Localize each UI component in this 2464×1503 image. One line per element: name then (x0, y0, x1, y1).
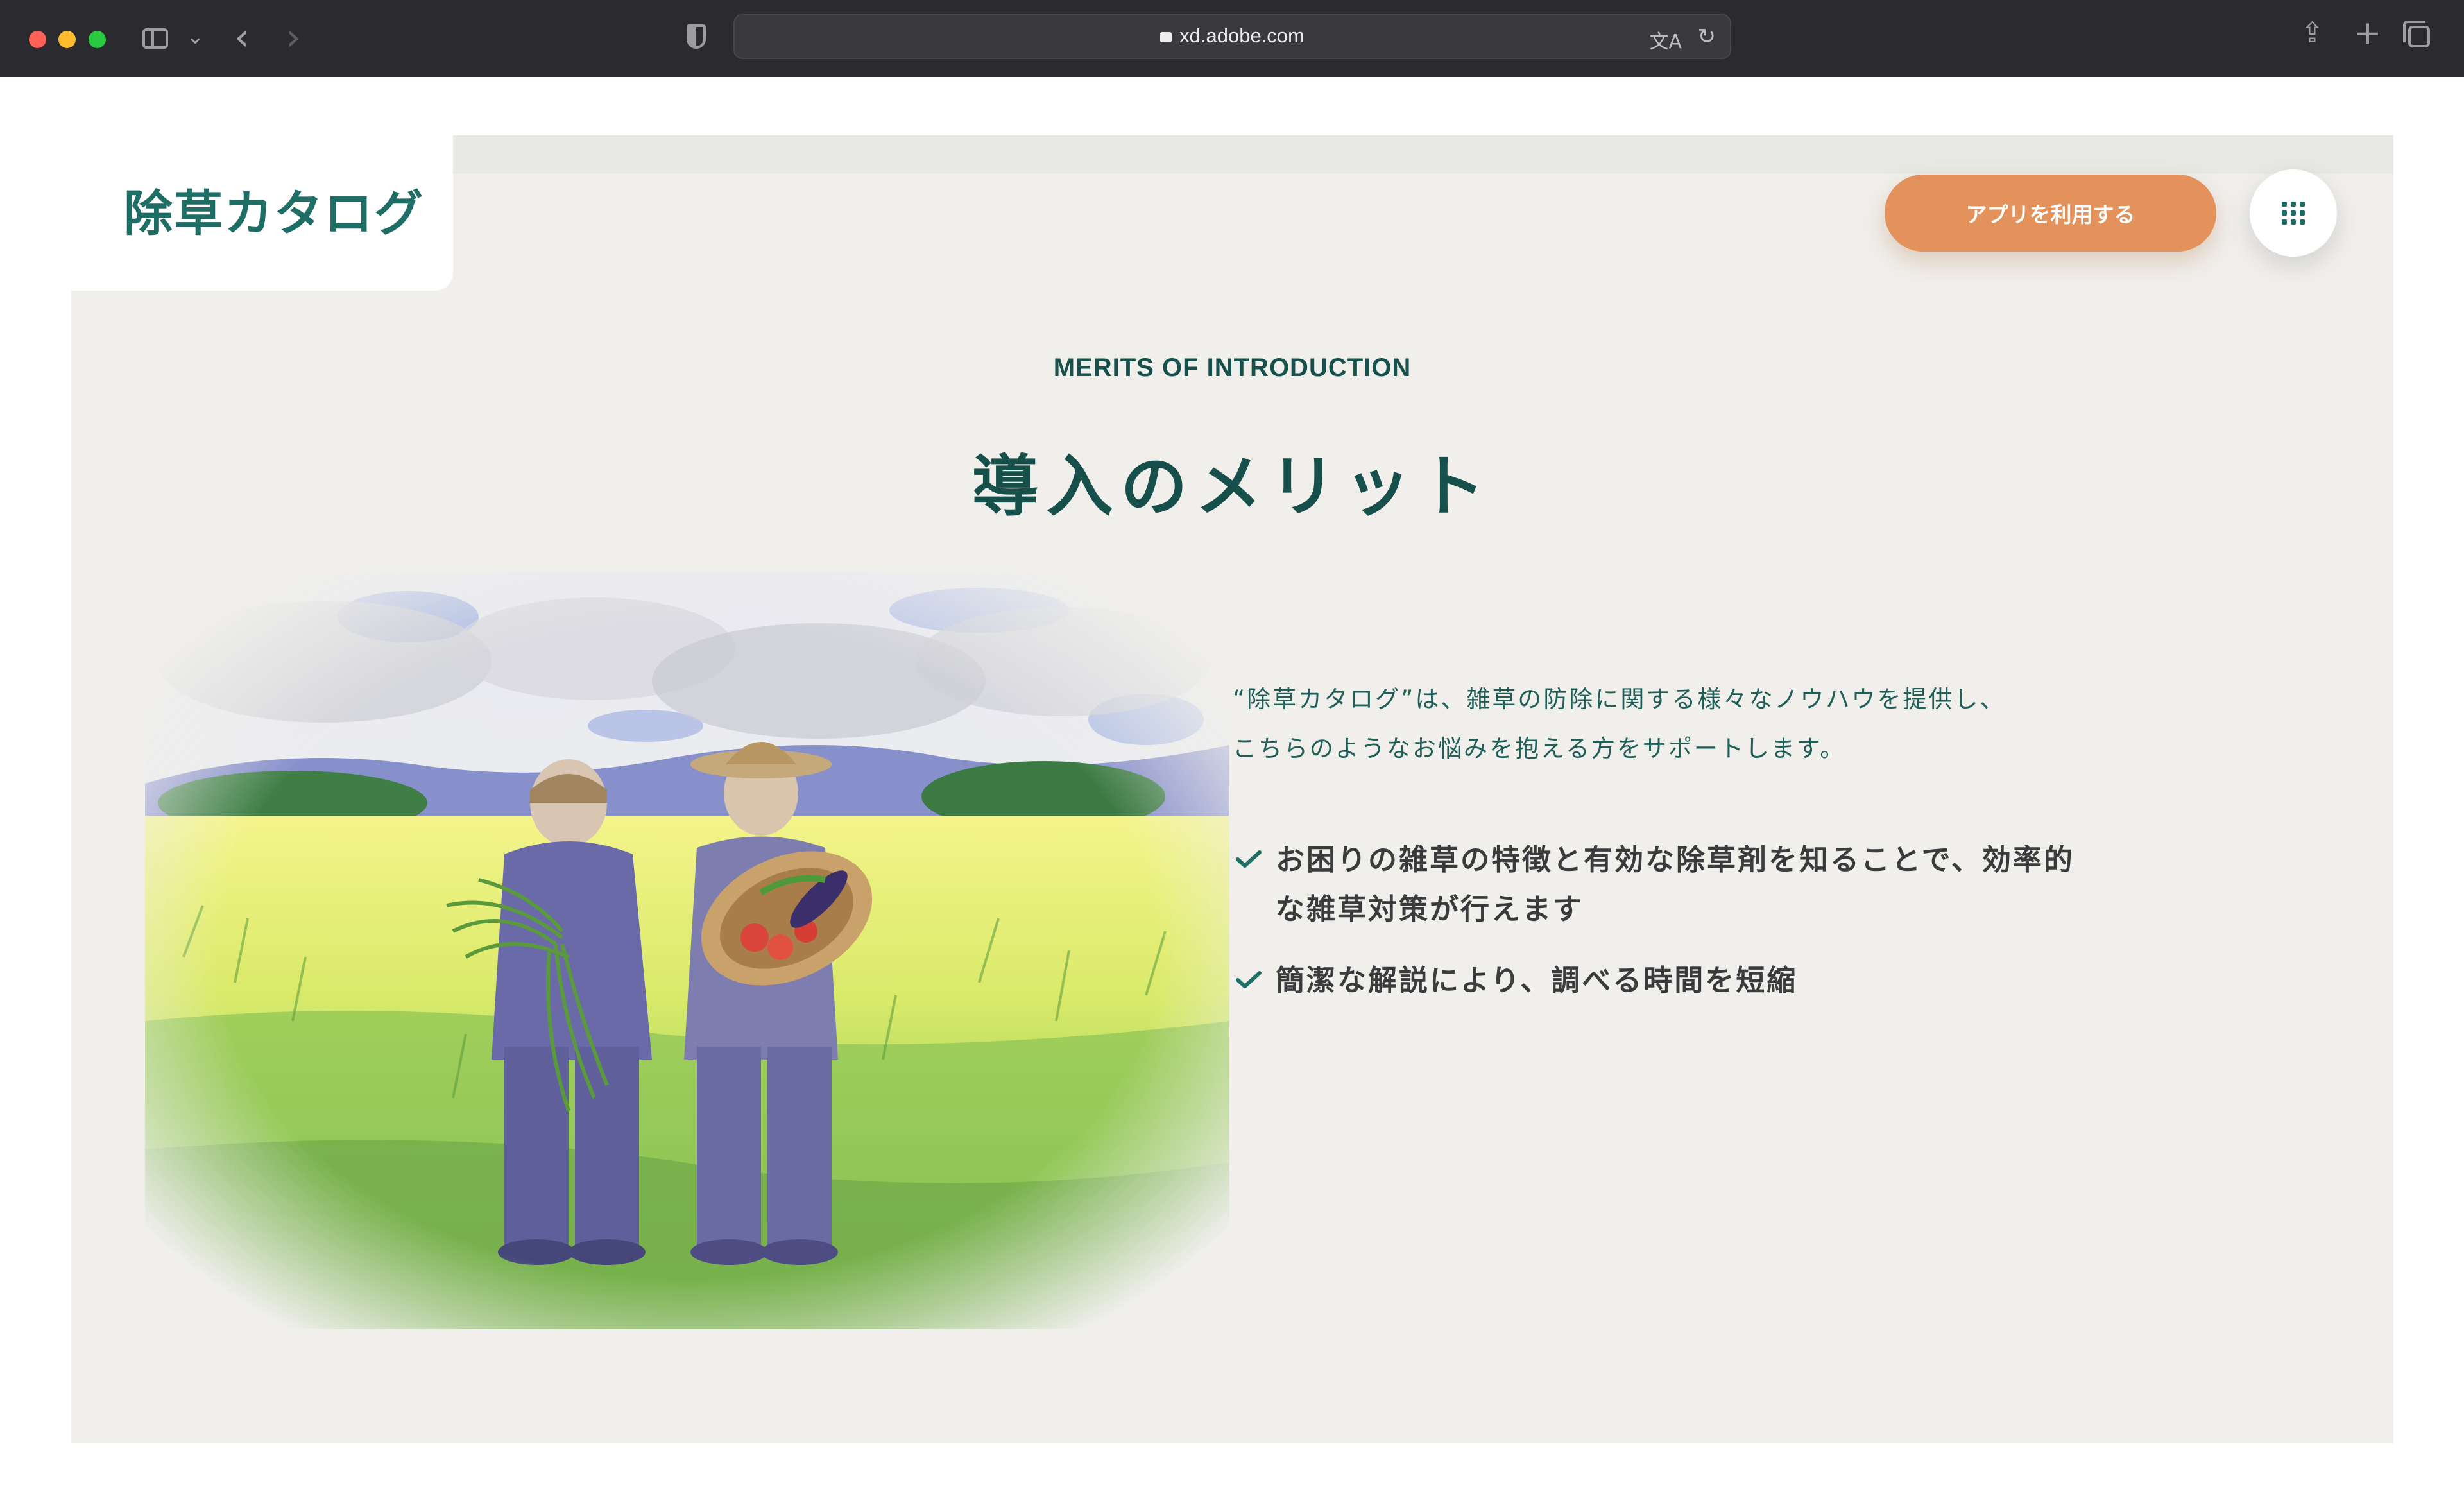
merit-text: お困りの雑草の特徴と有効な除草剤を知ることで、効率的 (1276, 843, 2075, 877)
tabs-overview-icon[interactable] (2403, 21, 2430, 47)
grid-icon (2282, 202, 2305, 225)
share-icon[interactable]: ⇪ (2300, 19, 2324, 47)
chevron-down-icon[interactable]: ⌄ (186, 26, 205, 47)
forward-icon[interactable]: › (286, 18, 301, 56)
page-canvas: 除草カタログ アプリを利用する MERITS OF INTRODUCTION 導… (71, 135, 2393, 1443)
check-icon (1236, 971, 1262, 988)
check-icon (1236, 850, 1262, 868)
intro-line: “除草カタログ”は、雑草の防除に関する様々なノウハウを提供し、 (1233, 685, 2006, 713)
address-bar[interactable]: xd.adobe.com 文A ↻ (733, 14, 1731, 59)
sidebar-icon[interactable] (142, 28, 168, 49)
farmers-illustration (145, 572, 1229, 1329)
menu-button[interactable] (2250, 169, 2337, 257)
use-app-button[interactable]: アプリを利用する (1885, 175, 2216, 252)
zoom-window-button[interactable] (89, 31, 106, 48)
logo[interactable]: 除草カタログ (124, 174, 424, 245)
minimize-window-button[interactable] (58, 31, 76, 48)
reload-icon[interactable]: ↻ (1698, 24, 1716, 49)
section-title: 導入のメリット (971, 447, 1493, 526)
translate-icon[interactable]: 文A (1649, 26, 1682, 54)
intro-text: “除草カタログ”は、雑草の防除に関する様々なノウハウを提供し、 こちらのようなお… (1233, 674, 2195, 773)
close-window-button[interactable] (29, 31, 46, 48)
merit-list: お困りの雑草の特徴と有効な除草剤を知ることで、効率的 な雑草対策が行えます 簡潔… (1229, 835, 2256, 1027)
intro-line: こちらのようなお悩みを抱える方をサポートします。 (1233, 735, 1846, 762)
new-tab-icon[interactable]: + (2354, 17, 2382, 50)
back-icon[interactable]: ‹ (234, 18, 250, 56)
logo-container[interactable]: 除草カタログ (71, 135, 453, 291)
merit-item: お困りの雑草の特徴と有効な除草剤を知ることで、効率的 な雑草対策が行えます (1229, 835, 2256, 934)
section-eyebrow: MERITS OF INTRODUCTION (1053, 354, 1412, 382)
merit-item: 簡潔な解説により、調べる時間を短縮 (1229, 956, 2256, 1005)
lock-icon (1160, 32, 1172, 42)
merit-text: 簡潔な解説により、調べる時間を短縮 (1276, 963, 1798, 997)
merit-text: な雑草対策が行えます (1276, 892, 1584, 926)
header-strip (453, 135, 2393, 174)
url-text: xd.adobe.com (1179, 24, 1305, 47)
browser-toolbar: ⌄ ‹ › xd.adobe.com 文A ↻ ⇪ + (0, 0, 2464, 77)
shield-icon[interactable] (687, 24, 706, 49)
